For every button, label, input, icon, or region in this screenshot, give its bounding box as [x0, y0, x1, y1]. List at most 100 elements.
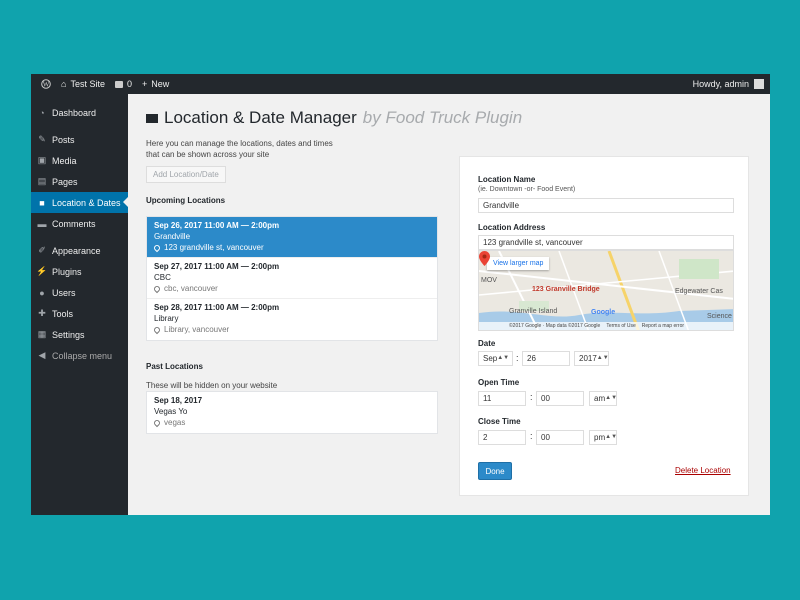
account-menu[interactable]: Howdy, admin — [693, 79, 764, 89]
date-day-value: 26 — [527, 354, 536, 363]
map-marker-icon — [479, 251, 490, 266]
date-label: Date — [478, 339, 496, 348]
sidebar-item-location-dates[interactable]: ■ Location & Dates — [31, 192, 128, 213]
close-hour-input[interactable]: 2 — [478, 430, 526, 445]
date-month-select[interactable]: Sep ▲▼ — [478, 351, 513, 366]
list-item[interactable]: Sep 27, 2017 11:00 AM — 2:00pm CBC cbc, … — [147, 258, 437, 299]
date-separator: : — [516, 353, 519, 363]
new-content-link[interactable]: + New — [142, 79, 169, 89]
add-location-button[interactable]: Add Location/Date — [146, 166, 226, 183]
avatar — [754, 79, 764, 89]
view-larger-map-link[interactable]: View larger map — [487, 257, 550, 270]
page-title: Location & Date Manager by Food Truck Pl… — [146, 108, 522, 128]
new-label: New — [151, 79, 170, 89]
upcoming-title: Upcoming Locations — [146, 196, 226, 205]
sidebar-item-label: Tools — [52, 308, 74, 319]
comments-count: 0 — [126, 79, 132, 89]
admin-sidebar: ◔ Dashboard ✎ Posts ▣ Media ▤ Pages ■ Locatio… — [31, 94, 128, 515]
sidebar-item-label: Pages — [52, 176, 78, 187]
map-report-link[interactable]: Report a map error — [642, 323, 684, 329]
item-name: Grandville — [154, 232, 191, 241]
list-item[interactable]: Sep 26, 2017 11:00 AM — 2:00pm Grandvill… — [147, 217, 437, 258]
open-hour-input[interactable]: 11 — [478, 391, 526, 406]
date-month-value: Sep — [483, 354, 498, 363]
collapse-menu-button[interactable]: ◀ Collapse menu — [31, 345, 128, 366]
list-item[interactable]: Sep 18, 2017 Vegas Yo vegas — [147, 392, 437, 433]
item-address: vegas — [164, 418, 186, 427]
sidebar-item-plugins[interactable]: ⚡ Plugins — [31, 261, 128, 282]
collapse-icon: ◀ — [38, 350, 46, 360]
location-address-input[interactable]: 123 grandville st, vancouver — [478, 235, 734, 250]
sidebar-item-label: Dashboard — [52, 107, 97, 118]
map-pin-icon — [152, 418, 162, 427]
date-day-input[interactable]: 26 — [522, 351, 570, 366]
map-label-granville-island: Granville Island — [509, 308, 558, 315]
browser-screen: W ⌂ Test Site 0 + New Howdy, admin ◔ Dash… — [31, 74, 770, 515]
close-minute-input[interactable]: 00 — [536, 430, 584, 445]
location-address-label: Location Address — [478, 223, 546, 232]
item-date: Sep 27, 2017 11:00 AM — 2:00pm — [154, 262, 280, 271]
open-minute-input[interactable]: 00 — [536, 391, 584, 406]
sidebar-item-label: Comments — [52, 218, 96, 229]
time-separator: : — [530, 392, 533, 402]
delete-location-link[interactable]: Delete Location — [675, 466, 731, 475]
admin-bar: W ⌂ Test Site 0 + New Howdy, admin — [31, 74, 770, 94]
sidebar-item-users[interactable]: ● Users — [31, 282, 128, 303]
sidebar-item-label: Media — [52, 155, 77, 166]
past-list: Sep 18, 2017 Vegas Yo vegas — [146, 391, 438, 434]
truck-icon — [146, 113, 158, 123]
page-title-text: Location & Date Manager — [164, 108, 357, 127]
map-embed[interactable]: View larger map MOV 123 Granville Bridge… — [478, 250, 734, 331]
sidebar-item-pages[interactable]: ▤ Pages — [31, 171, 128, 192]
media-icon: ▣ — [37, 155, 47, 165]
howdy-text: Howdy, admin — [692, 79, 749, 89]
sidebar-item-appearance[interactable]: ✐ Appearance — [31, 240, 128, 261]
comments-link[interactable]: 0 — [114, 79, 132, 89]
upcoming-list: Sep 26, 2017 11:00 AM — 2:00pm Grandvill… — [146, 216, 438, 341]
done-button[interactable]: Done — [478, 462, 512, 480]
map-copyright: ©2017 Google · Map data ©2017 Google — [509, 323, 601, 329]
date-year-select[interactable]: 2017 ▲▼ — [574, 351, 609, 366]
sidebar-item-label: Location & Dates — [52, 197, 121, 208]
select-arrows-icon: ▲▼ — [596, 355, 609, 361]
open-time-label: Open Time — [478, 378, 520, 387]
open-minute-value: 00 — [541, 394, 550, 403]
brush-icon: ✐ — [38, 245, 46, 255]
settings-icon: ▦ — [37, 329, 47, 339]
map-terms-link[interactable]: Terms of Use — [606, 323, 635, 329]
sidebar-item-posts[interactable]: ✎ Posts — [31, 129, 128, 150]
list-item[interactable]: Sep 28, 2017 11:00 AM — 2:00pm Library L… — [147, 299, 437, 340]
sidebar-item-media[interactable]: ▣ Media — [31, 150, 128, 171]
wordpress-logo[interactable]: W — [41, 79, 51, 89]
pages-icon: ▤ — [37, 176, 47, 186]
home-icon: ⌂ — [61, 79, 67, 89]
location-name-hint: (ie. Downtown -or- Food Event) — [478, 186, 576, 193]
close-ampm-select[interactable]: pm ▲▼ — [589, 430, 617, 445]
intro-text: Here you can manage the locations, dates… — [146, 139, 333, 159]
date-year-value: 2017 — [579, 354, 597, 363]
map-label-edgewater: Edgewater Cas — [675, 288, 723, 295]
past-title: Past Locations — [146, 362, 203, 371]
sidebar-item-comments[interactable]: ▬ Comments — [31, 213, 128, 234]
comment-icon: ▬ — [37, 218, 47, 229]
item-name: CBC — [154, 273, 171, 282]
sidebar-item-label: Users — [52, 287, 76, 298]
sidebar-item-dashboard[interactable]: ◔ Dashboard — [31, 102, 128, 123]
open-ampm-select[interactable]: am ▲▼ — [589, 391, 617, 406]
sidebar-item-label: Collapse menu — [52, 350, 113, 361]
item-date: Sep 26, 2017 11:00 AM — 2:00pm — [154, 221, 280, 230]
page-byline: by Food Truck Plugin — [362, 108, 523, 127]
wrench-icon: ✚ — [38, 308, 46, 318]
sidebar-item-settings[interactable]: ▦ Settings — [31, 324, 128, 345]
item-date: Sep 28, 2017 11:00 AM — 2:00pm — [154, 303, 280, 312]
location-name-input[interactable]: Grandville — [478, 198, 734, 213]
past-note: These will be hidden on your website — [146, 381, 278, 390]
item-address: Library, vancouver — [164, 325, 230, 334]
location-name-label: Location Name — [478, 175, 536, 184]
site-name-link[interactable]: ⌂ Test Site — [61, 79, 105, 89]
plugin-icon: ⚡ — [36, 266, 48, 276]
map-label-bridge: 123 Granville Bridge — [532, 286, 600, 293]
item-address: cbc, vancouver — [164, 284, 218, 293]
sidebar-item-label: Plugins — [52, 266, 82, 277]
sidebar-item-tools[interactable]: ✚ Tools — [31, 303, 128, 324]
